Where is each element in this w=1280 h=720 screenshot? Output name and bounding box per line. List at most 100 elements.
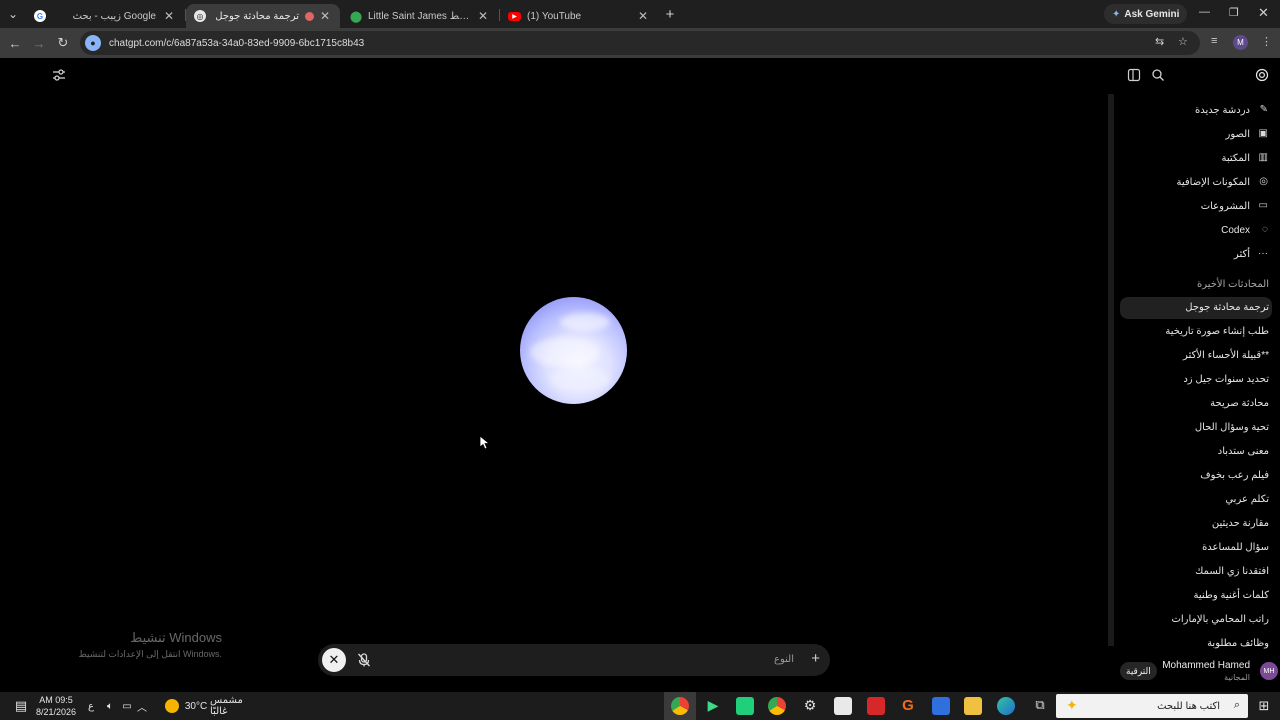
sidebar-item-library[interactable]: ▥ المكتبة xyxy=(1221,152,1268,164)
sidebar-toggle-icon[interactable] xyxy=(1127,68,1141,82)
chat-item[interactable]: محادثة صريحة xyxy=(1210,398,1269,409)
sidebar-item-codex[interactable]: ◌ Codex xyxy=(1221,224,1268,236)
chat-item[interactable]: مقارنة حديثين xyxy=(1212,518,1269,529)
restore-icon[interactable]: ❐ xyxy=(1229,6,1239,19)
tab-title: ترجمة محادثة جوجل xyxy=(215,10,299,22)
sidebar-item-images[interactable]: ▣ الصور xyxy=(1226,128,1269,140)
chat-item[interactable]: افتقدنا زي السمك xyxy=(1195,566,1269,577)
clock-date: 8/21/2026 xyxy=(36,707,77,717)
start-windows-icon[interactable]: ⊞ xyxy=(1254,692,1274,720)
tab-google-maps[interactable]: ⬤ Little Saint James خرائط - Google ✕ xyxy=(342,4,498,28)
mail-taskbar-icon[interactable] xyxy=(932,697,950,715)
sidebar-item-new-chat[interactable]: ✎ دردشة جديدة xyxy=(1195,104,1268,116)
gemini-sparkle-icon: ✦ xyxy=(1112,8,1121,20)
chat-item[interactable]: ترجمة محادثة جوجل xyxy=(1185,302,1269,313)
user-name: Mohammed Hamed xyxy=(1162,660,1250,671)
sidebar: ✎ دردشة جديدة ▣ الصور ▥ المكتبة ◎ المكون… xyxy=(1108,58,1280,692)
add-attachment-plus-icon[interactable]: + xyxy=(811,650,820,667)
sidebar-scrollbar[interactable] xyxy=(1108,94,1114,646)
sidebar-user-footer[interactable]: الترقية Mohammed Hamed المجانية MH xyxy=(1116,648,1280,690)
tab-close-icon[interactable]: ✕ xyxy=(476,9,490,23)
sidebar-item-projects[interactable]: ▭ المشروعات xyxy=(1201,200,1268,212)
chat-item[interactable]: تحية وسؤال الحال xyxy=(1195,422,1269,433)
tab-chatgpt[interactable]: ◎ ترجمة محادثة جوجل ✕ xyxy=(186,4,340,28)
store-taskbar-icon[interactable] xyxy=(834,697,852,715)
minimize-icon[interactable]: — xyxy=(1199,6,1210,18)
mic-muted-icon[interactable] xyxy=(356,652,372,668)
profile-avatar[interactable]: M xyxy=(1233,35,1248,50)
chat-item[interactable]: راتب المحامي بالإمارات xyxy=(1171,614,1269,625)
volume-icon[interactable]: 🔈︎ xyxy=(102,692,118,720)
ask-gemini-button[interactable]: ✦ Ask Gemini xyxy=(1104,4,1188,24)
tray-chevron-up-icon[interactable]: ︿ xyxy=(136,692,148,720)
weather-temp[interactable]: 30°C xyxy=(184,692,208,720)
chat-item[interactable]: طلب إنشاء صورة تاريخية xyxy=(1165,326,1269,337)
sidebar-item-label: Codex xyxy=(1221,224,1250,236)
chatgpt-icon: ◎ xyxy=(194,10,206,22)
network-icon[interactable]: ▭ xyxy=(120,692,134,720)
media-controls-icon[interactable]: ≡ xyxy=(1211,35,1217,47)
bookmark-star-icon[interactable]: ☆ xyxy=(1178,35,1188,48)
task-view-icon[interactable]: ⧉ xyxy=(1031,697,1049,715)
taskbar-search-placeholder: اكتب هنا للبحث xyxy=(1157,700,1220,712)
play-app-taskbar-icon[interactable]: ▶ xyxy=(704,697,722,715)
chat-item[interactable]: معنى ستدباد xyxy=(1218,446,1269,457)
end-voice-close-button[interactable]: ✕ xyxy=(322,648,346,672)
tab-search-chevron-icon[interactable]: ⌄ xyxy=(5,6,21,22)
chat-item[interactable]: فيلم رعب بخوف xyxy=(1200,470,1269,481)
settings-gear-icon[interactable]: ⚙ xyxy=(801,697,819,715)
user-plan: المجانية xyxy=(1224,673,1250,682)
system-clock[interactable]: AM 09:5 8/21/2026 xyxy=(36,694,76,718)
url-text[interactable]: chatgpt.com/c/6a87a53a-34a0-83ed-9909-6b… xyxy=(109,38,364,49)
weather-text[interactable]: مشمس غالبًا xyxy=(210,692,262,720)
back-arrow-icon[interactable]: ← xyxy=(7,35,23,51)
clock-time: AM 09:5 xyxy=(39,695,73,705)
browser-tab-strip: ⌄ G زيبب - بحث Google ✕ ◎ ترجمة محادثة ج… xyxy=(0,0,1280,28)
new-tab-plus-icon[interactable]: + xyxy=(662,6,678,23)
file-explorer-icon[interactable] xyxy=(964,697,982,715)
search-icon[interactable] xyxy=(1151,68,1165,82)
address-bar[interactable]: ● chatgpt.com/c/6a87a53a-34a0-83ed-9909-… xyxy=(80,31,1200,55)
more-icon: ··· xyxy=(1258,248,1268,259)
tab-title: زيبب - بحث Google xyxy=(72,10,156,22)
user-avatar[interactable]: MH xyxy=(1260,662,1278,680)
images-icon: ▣ xyxy=(1258,128,1268,139)
g-app-taskbar-icon[interactable]: G xyxy=(899,697,917,715)
site-info-icon[interactable]: ● xyxy=(85,35,101,51)
close-window-icon[interactable]: ✕ xyxy=(1258,5,1269,21)
input-language[interactable]: ع xyxy=(84,692,98,720)
chrome-taskbar-icon[interactable] xyxy=(671,697,689,715)
sidebar-item-plugins[interactable]: ◎ المكونات الإضافية xyxy=(1177,176,1269,188)
chat-item[interactable]: تحديد سنوات جيل زد xyxy=(1183,374,1269,385)
wps-taskbar-icon[interactable] xyxy=(867,697,885,715)
tune-settings-icon[interactable] xyxy=(52,68,66,82)
tab-close-icon[interactable]: ✕ xyxy=(318,9,332,23)
tab-google-search[interactable]: G زيبب - بحث Google ✕ xyxy=(26,4,184,28)
youtube-icon: ▶ xyxy=(508,11,521,21)
upgrade-button[interactable]: الترقية xyxy=(1120,662,1157,680)
google-icon: G xyxy=(34,10,46,22)
watermark-title: تنشيط Windows xyxy=(130,630,222,645)
search-icon: ⌕ xyxy=(1233,699,1240,711)
chrome-2-taskbar-icon[interactable] xyxy=(768,697,786,715)
translate-icon[interactable]: ⇆ xyxy=(1155,35,1164,48)
type-label[interactable]: النوع xyxy=(774,654,794,665)
taskbar-search-box[interactable]: اكتب هنا للبحث ⌕ ✦ xyxy=(1056,694,1248,718)
sidebar-item-more[interactable]: ··· أكثر xyxy=(1234,248,1268,260)
chat-item[interactable]: كلمات أغنية وطنية xyxy=(1194,590,1269,601)
notifications-icon[interactable]: ▤ xyxy=(10,692,32,720)
chatgpt-logo-icon[interactable] xyxy=(1255,68,1269,82)
edge-taskbar-icon[interactable] xyxy=(997,697,1015,715)
tab-close-icon[interactable]: ✕ xyxy=(162,9,176,23)
green-app-taskbar-icon[interactable] xyxy=(736,697,754,715)
chat-item[interactable]: قبيلة الأحساء الأكثر** xyxy=(1183,350,1269,361)
tab-youtube[interactable]: ▶ (1) YouTube ✕ xyxy=(500,4,658,28)
tab-close-icon[interactable]: ✕ xyxy=(636,9,650,23)
reload-icon[interactable]: ↻ xyxy=(55,35,71,51)
chat-item[interactable]: سؤال للمساعدة xyxy=(1202,542,1269,553)
menu-kebab-icon[interactable]: ⋮ xyxy=(1261,35,1272,48)
chat-item[interactable]: تكلم عربي xyxy=(1225,494,1269,505)
windows-activation-watermark: تنشيط Windows انتقل إلى الإعدادات لتنشيط… xyxy=(62,630,222,660)
forward-arrow-icon[interactable]: → xyxy=(31,35,47,51)
browser-toolbar: ← → ↻ ● chatgpt.com/c/6a87a53a-34a0-83ed… xyxy=(0,28,1280,58)
